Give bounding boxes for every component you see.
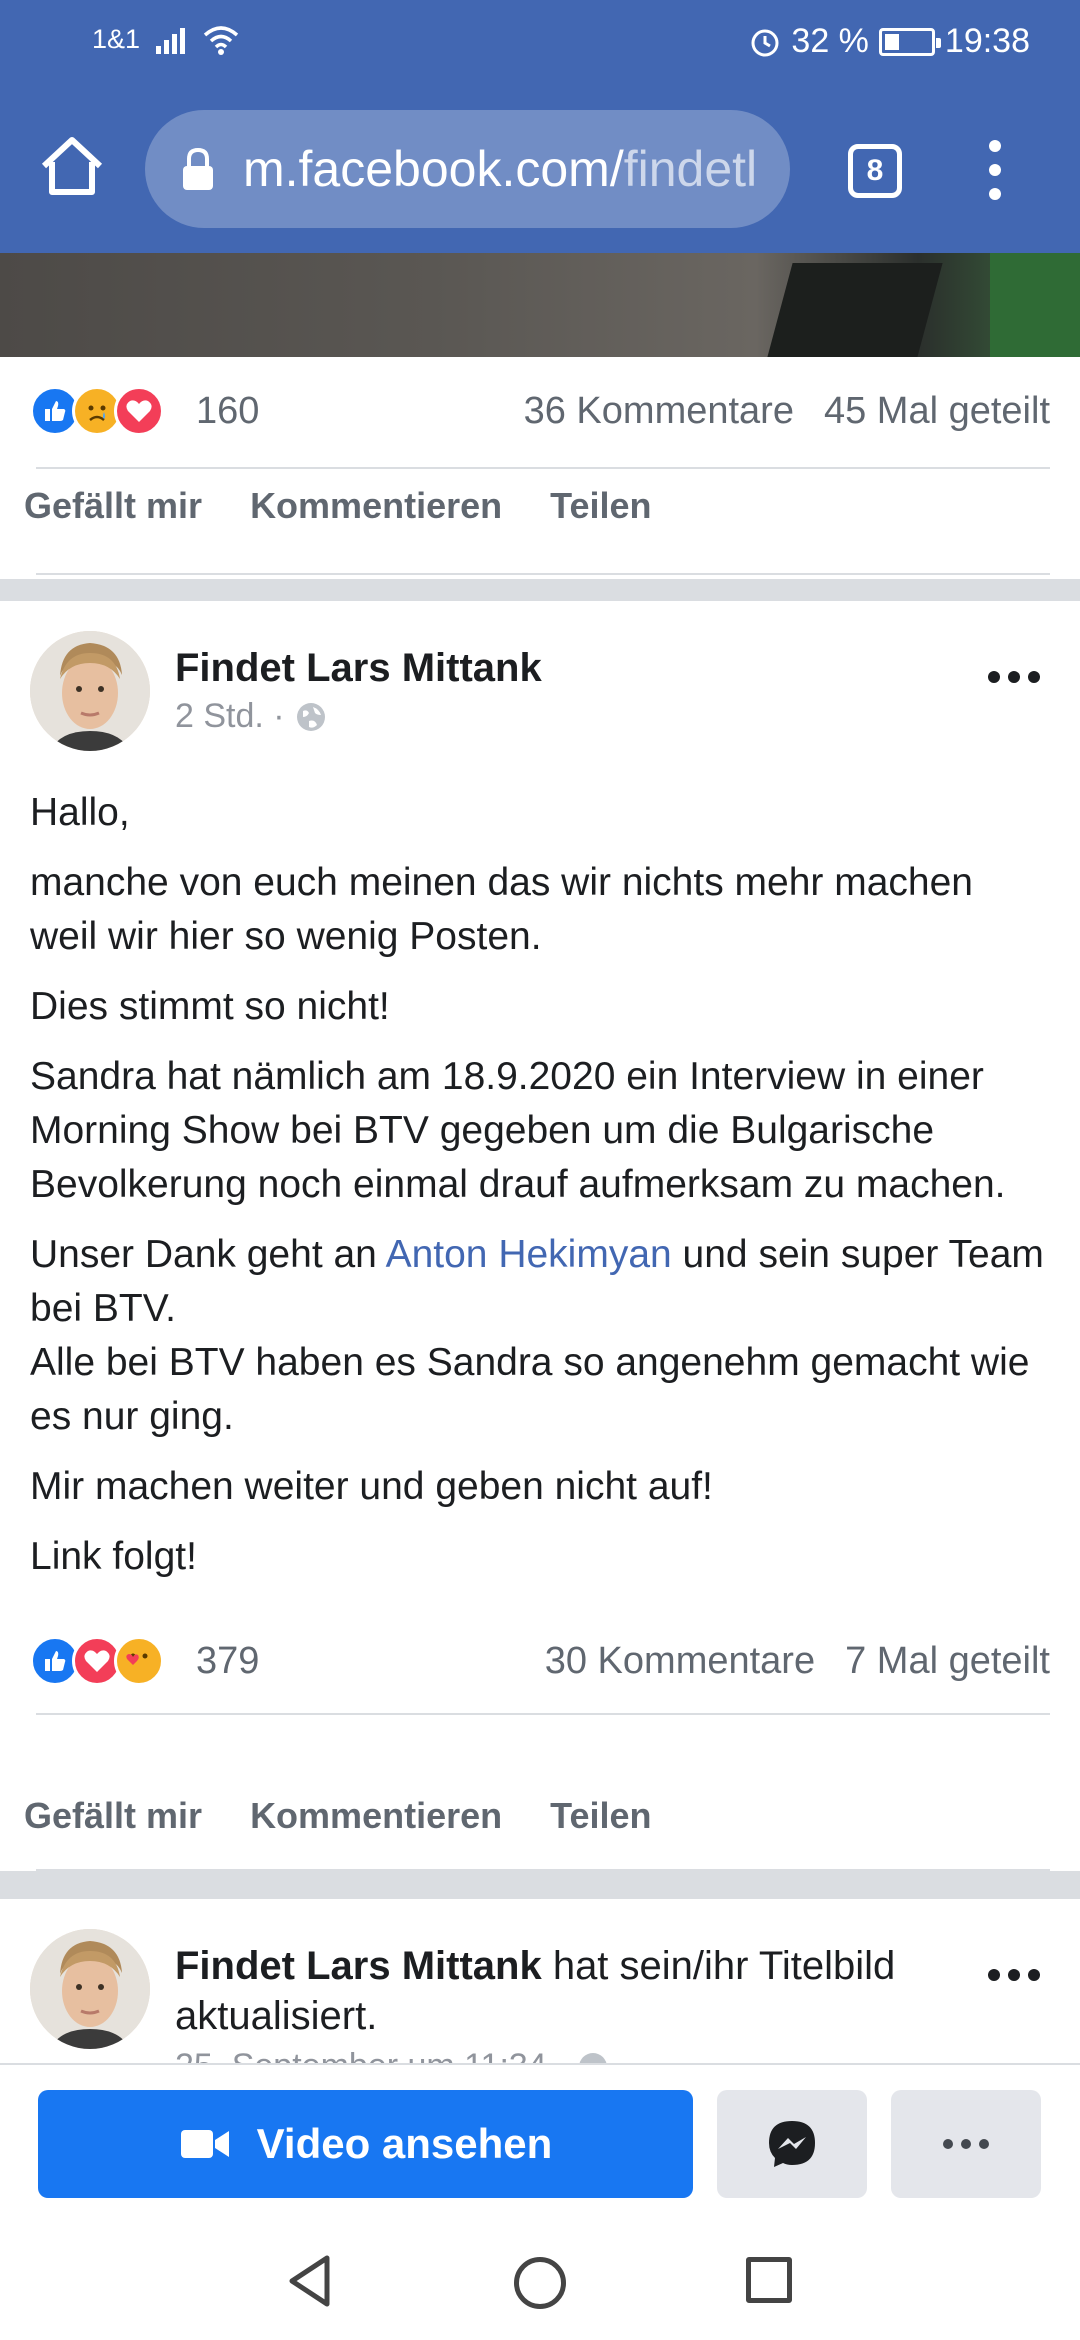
post-header: Findet Lars Mittank hat sein/ihr Titelbi… (30, 1929, 1050, 2085)
share-button[interactable]: Teilen (550, 1795, 651, 1837)
divider (36, 1869, 1050, 1871)
page: 1&1 32 % 19:38 m.facebook.com/findetl 8 … (0, 0, 1080, 2340)
post-paragraph: Sandra hat nämlich am 18.9.2020 ein Inte… (30, 1055, 1006, 1206)
video-thumbnail[interactable] (0, 253, 1080, 357)
post-author[interactable]: Findet Lars Mittank (175, 1944, 542, 1988)
divider (36, 1713, 1050, 1715)
post-actions: Gefällt mir Kommentieren Teilen (24, 485, 651, 527)
text-fragment: Unser Dank geht an (30, 1233, 386, 1276)
shares-count[interactable]: 45 Mal geteilt (824, 390, 1050, 433)
text-fragment: Alle bei BTV haben es Sandra so angenehm… (30, 1341, 1030, 1438)
messenger-icon (769, 2121, 815, 2167)
like-button[interactable]: Gefällt mir (24, 1795, 202, 1837)
back-icon[interactable] (285, 2253, 335, 2309)
reaction-count: 160 (196, 389, 260, 432)
divider (36, 573, 1050, 575)
browser-chrome: 1&1 32 % 19:38 m.facebook.com/findetl 8 (0, 0, 1080, 253)
post-time[interactable]: 2 Std. · (175, 697, 285, 736)
post-stats: 379 30 Kommentare 7 Mal geteilt (30, 1621, 1050, 1701)
status-bar: 1&1 32 % 19:38 (0, 0, 1080, 84)
reaction-icons[interactable] (30, 386, 164, 436)
post-paragraph: Link folgt! (30, 1535, 197, 1578)
post-paragraph: Hallo, (30, 791, 130, 834)
tab-count: 8 (866, 154, 884, 187)
post-stats: 160 36 Kommentare 45 Mal geteilt (30, 371, 1050, 451)
browser-menu-icon[interactable] (980, 140, 1010, 200)
post-actions: Gefällt mir Kommentieren Teilen (24, 1795, 651, 1837)
wifi-icon (203, 25, 239, 55)
system-nav-bar (0, 2223, 1080, 2340)
messenger-button[interactable] (717, 2090, 867, 2198)
post-options-icon[interactable] (988, 671, 1040, 685)
avatar[interactable] (30, 1929, 150, 2049)
post-paragraph: manche von euch meinen das wir nichts me… (30, 861, 973, 958)
post-meta: 2 Std. · (175, 697, 327, 736)
comment-button[interactable]: Kommentieren (250, 485, 502, 527)
carrier-label: 1&1 (92, 24, 141, 54)
divider (36, 467, 1050, 469)
signal-icon (156, 27, 186, 54)
reaction-count: 379 (196, 1639, 260, 1682)
post-title-line: Findet Lars Mittank hat sein/ihr Titelbi… (175, 1941, 930, 2041)
globe-icon (296, 702, 325, 731)
watch-video-button[interactable]: Video ansehen (38, 2090, 693, 2198)
url-text: m.facebook.com/findetl (243, 140, 757, 198)
bottom-action-bar: Video ansehen (0, 2063, 1080, 2223)
video-camera-icon (180, 2130, 229, 2158)
post-author[interactable]: Findet Lars Mittank (175, 646, 542, 690)
home-nav-icon[interactable] (514, 2257, 566, 2309)
mention-link[interactable]: Anton Hekimyan (386, 1233, 672, 1276)
post-footer-card: 160 36 Kommentare 45 Mal geteilt Gefällt… (0, 357, 1080, 579)
post-header: Findet Lars Mittank 2 Std. · (30, 631, 1050, 761)
lock-icon (183, 147, 213, 190)
more-options-icon[interactable] (891, 2090, 1041, 2198)
post-card: Findet Lars Mittank 2 Std. · Hallo, manc… (0, 601, 1080, 1871)
post-paragraph: Mir machen weiter und geben nicht auf! (30, 1465, 713, 1508)
clock: 19:38 (944, 22, 1030, 60)
post-text: Hallo, manche von euch meinen das wir ni… (30, 786, 1050, 1600)
like-button[interactable]: Gefällt mir (24, 485, 202, 527)
avatar[interactable] (30, 631, 150, 751)
share-button[interactable]: Teilen (550, 485, 651, 527)
shares-count[interactable]: 7 Mal geteilt (845, 1640, 1050, 1683)
alarm-icon (751, 29, 779, 56)
care-icon (114, 1636, 164, 1686)
battery-percent: 32 % (791, 22, 869, 60)
comments-count[interactable]: 36 Kommentare (524, 390, 794, 433)
love-icon (114, 386, 164, 436)
comment-button[interactable]: Kommentieren (250, 1795, 502, 1837)
url-path: findetl (623, 141, 758, 197)
battery-icon (878, 27, 941, 56)
url-domain: m.facebook.com/ (243, 141, 624, 197)
reaction-icons[interactable] (30, 1636, 164, 1686)
watch-video-label: Video ansehen (256, 2120, 553, 2167)
home-icon[interactable] (36, 130, 108, 202)
post-paragraph: Dies stimmt so nicht! (30, 985, 390, 1028)
post-paragraph: Unser Dank geht an Anton Hekimyan und se… (30, 1228, 1050, 1444)
tabs-button[interactable]: 8 (848, 144, 902, 198)
recent-apps-icon[interactable] (746, 2257, 792, 2303)
url-bar-row: m.facebook.com/findetl 8 (0, 100, 1080, 240)
post-options-icon[interactable] (988, 1969, 1040, 1983)
address-bar[interactable]: m.facebook.com/findetl (145, 110, 790, 228)
comments-count[interactable]: 30 Kommentare (545, 1640, 815, 1683)
